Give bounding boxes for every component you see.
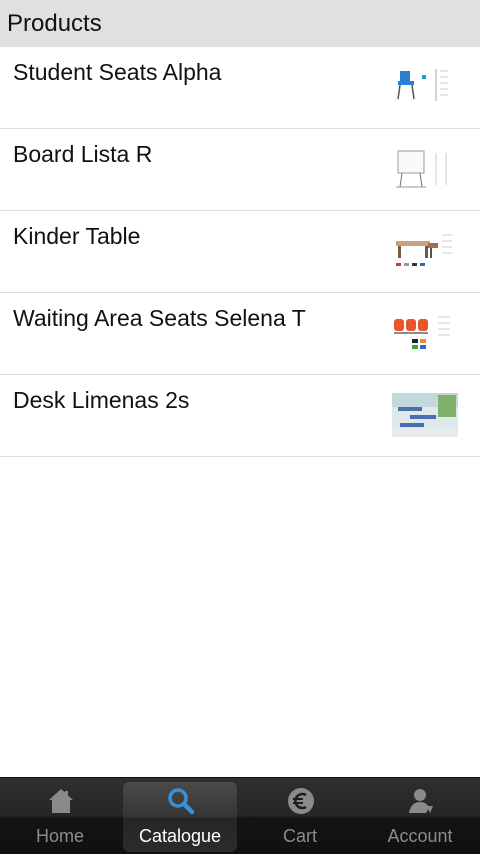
tab-catalogue[interactable]: Catalogue bbox=[123, 782, 237, 852]
euro-icon bbox=[288, 788, 314, 814]
product-list: Student Seats Alpha Board Lista R Kinder… bbox=[0, 47, 480, 457]
tab-account[interactable]: Account bbox=[363, 782, 477, 852]
orange-seats-icon bbox=[394, 316, 450, 349]
blue-chair-icon bbox=[397, 69, 448, 101]
tab-label: Home bbox=[35, 826, 84, 846]
list-item[interactable]: Kinder Table bbox=[0, 211, 480, 293]
product-name: Board Lista R bbox=[13, 141, 153, 167]
product-name: Waiting Area Seats Selena T bbox=[13, 305, 306, 331]
whiteboard-icon bbox=[396, 150, 447, 188]
tab-home[interactable]: Home bbox=[3, 782, 117, 852]
user-icon bbox=[409, 789, 433, 813]
tab-label: Account bbox=[387, 826, 453, 846]
tab-cart[interactable]: Cart bbox=[243, 782, 357, 852]
list-item[interactable]: Waiting Area Seats Selena T bbox=[0, 293, 480, 375]
search-icon bbox=[168, 788, 195, 815]
product-name: Kinder Table bbox=[13, 223, 141, 249]
product-name: Student Seats Alpha bbox=[13, 59, 222, 85]
classroom-desks-icon bbox=[392, 393, 458, 437]
list-item[interactable]: Student Seats Alpha bbox=[0, 47, 480, 129]
list-item[interactable]: Board Lista R bbox=[0, 129, 480, 211]
tab-label: Cart bbox=[282, 826, 317, 846]
kids-table-icon bbox=[396, 234, 452, 266]
bottom-tab-bar: Home Catalogue Cart Account bbox=[0, 777, 480, 854]
page-title-bar: Products bbox=[0, 0, 480, 47]
tab-label: Catalogue bbox=[138, 826, 222, 846]
product-name: Desk Limenas 2s bbox=[13, 387, 190, 413]
page-title: Products bbox=[7, 10, 102, 37]
list-item[interactable]: Desk Limenas 2s bbox=[0, 375, 480, 457]
home-icon bbox=[49, 789, 73, 813]
